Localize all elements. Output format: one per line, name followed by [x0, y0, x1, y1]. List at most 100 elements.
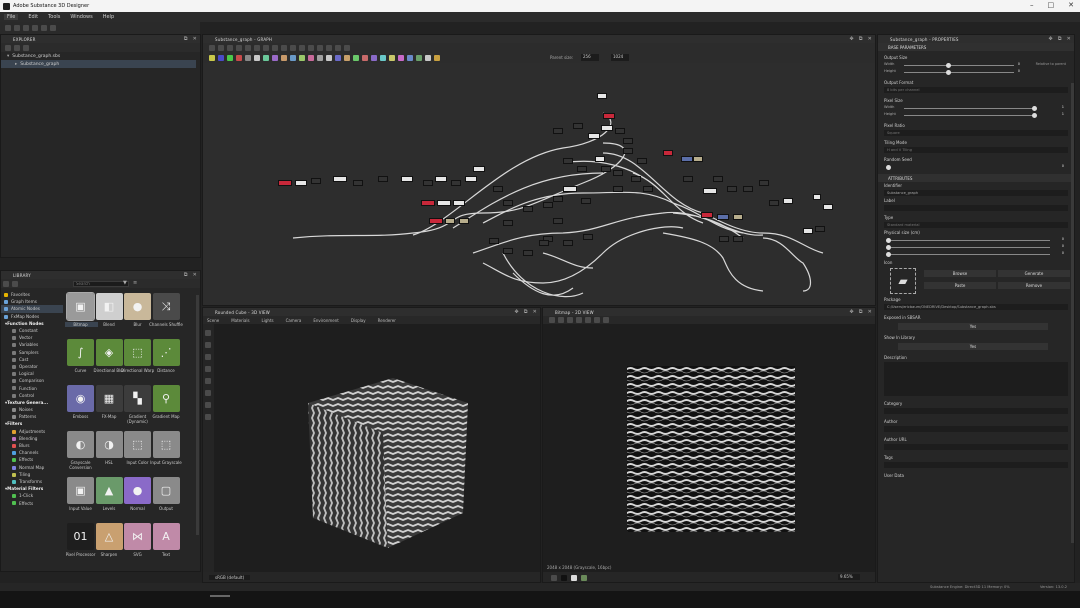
type-dropdown[interactable]: Standard material — [884, 222, 1068, 228]
graph-node[interactable] — [597, 93, 607, 99]
graph-tool-icon[interactable] — [262, 45, 269, 51]
graph-node[interactable] — [813, 194, 821, 200]
maximize-icon[interactable]: ✥ — [849, 309, 853, 315]
graph-node[interactable] — [401, 176, 413, 182]
node-type-icon[interactable] — [253, 55, 260, 61]
graph-node[interactable] — [333, 176, 347, 182]
menu-edit[interactable]: Edit — [28, 14, 38, 20]
library-tile-blur[interactable]: ● — [124, 293, 151, 320]
graph-node[interactable] — [637, 158, 647, 164]
graph-node[interactable] — [311, 178, 321, 184]
paste-button[interactable]: Paste — [924, 282, 996, 289]
parent-size-dropdown[interactable]: 256 — [581, 54, 599, 61]
library-category[interactable]: Atomic Nodes — [1, 305, 63, 313]
float-icon[interactable]: ⧉ — [1058, 36, 1062, 42]
pixel-width-slider[interactable]: Width 1 — [884, 105, 1068, 111]
graph-node[interactable] — [573, 123, 583, 129]
node-type-icon[interactable] — [352, 55, 359, 61]
graph-node[interactable] — [681, 156, 693, 162]
import-icon[interactable] — [22, 44, 29, 51]
library-tile-input-grayscale[interactable]: ⬚ — [152, 431, 180, 458]
graph-node[interactable] — [783, 198, 793, 204]
graph-node[interactable] — [553, 218, 563, 224]
graph-tool-icon[interactable] — [244, 45, 251, 51]
maximize-icon[interactable]: ✥ — [514, 309, 518, 315]
graph-node[interactable] — [623, 148, 633, 154]
graph-node[interactable] — [523, 206, 533, 212]
graph-node[interactable] — [489, 238, 499, 244]
graph-node[interactable] — [453, 200, 465, 206]
tab-materials[interactable]: Materials — [231, 318, 249, 323]
library-tile-normal[interactable]: ● — [124, 477, 151, 504]
redo-icon[interactable] — [49, 25, 56, 31]
node-type-icon[interactable] — [415, 55, 422, 61]
physical-z-slider[interactable]: 0 — [884, 251, 1068, 257]
2d-tool-icon[interactable] — [566, 317, 573, 323]
output-height-slider[interactable]: Height 0 — [884, 69, 1068, 75]
library-subcategory[interactable]: Function — [1, 384, 63, 391]
graph-node[interactable] — [543, 202, 553, 208]
graph-node[interactable] — [623, 138, 633, 144]
properties-scrollbar[interactable] — [1071, 83, 1074, 543]
library-category-header[interactable]: ▾ Filters — [1, 420, 63, 427]
description-textarea[interactable] — [884, 362, 1068, 396]
tab-camera[interactable]: Camera — [286, 318, 302, 323]
library-subcategory[interactable]: Noises — [1, 406, 63, 413]
library-subcategory[interactable]: Variables — [1, 341, 63, 348]
library-tile-bitmap[interactable]: ▣ — [66, 292, 95, 321]
pixel-ratio-dropdown[interactable]: Square — [884, 130, 1068, 136]
node-type-icon[interactable] — [361, 55, 368, 61]
node-type-icon[interactable] — [307, 55, 314, 61]
tab-environment[interactable]: Environment — [313, 318, 339, 323]
node-type-icon[interactable] — [316, 55, 323, 61]
library-subcategory[interactable]: Adjustments — [1, 428, 63, 435]
graph-node[interactable] — [733, 236, 743, 242]
close-icon[interactable]: ✕ — [1068, 1, 1074, 9]
graph-node[interactable] — [643, 186, 653, 192]
graph-node[interactable] — [278, 180, 292, 186]
graph-node[interactable] — [615, 128, 625, 134]
menu-file[interactable]: File — [4, 14, 19, 20]
node-type-icon[interactable] — [424, 55, 431, 61]
graph-node[interactable] — [539, 240, 549, 246]
library-tile-directional-warp[interactable]: ⬚ — [124, 339, 151, 366]
publish-icon[interactable] — [31, 25, 38, 31]
library-subcategory[interactable]: Transforms — [1, 478, 63, 485]
close-icon[interactable]: ✕ — [533, 309, 537, 315]
graph-tool-icon[interactable] — [235, 45, 242, 51]
3d-tool-icon[interactable] — [205, 414, 211, 420]
library-tile-distance[interactable]: ⋰ — [152, 339, 180, 366]
graph-node[interactable] — [683, 176, 693, 182]
3d-tool-icon[interactable] — [205, 366, 211, 372]
graph-node[interactable] — [553, 196, 563, 202]
library-tile-grayscale-conversion[interactable]: ◐ — [67, 431, 94, 458]
library-tile-input-color[interactable]: ⬚ — [124, 431, 151, 458]
graph-node[interactable] — [437, 200, 451, 206]
tree-file[interactable]: ▾ Substance_graph.sbs — [1, 52, 200, 60]
library-subcategory[interactable]: Control — [1, 392, 63, 399]
library-subcategory[interactable]: Samplers — [1, 349, 63, 356]
author-url-input[interactable] — [884, 444, 1068, 450]
section-base-parameters[interactable]: BASE PARAMETERS — [878, 43, 1074, 51]
library-subcategory[interactable]: Cast — [1, 356, 63, 363]
graph-tool-icon[interactable] — [316, 45, 323, 51]
node-type-icon[interactable] — [433, 55, 440, 61]
library-config-icon[interactable] — [11, 280, 18, 287]
3d-tool-icon[interactable] — [205, 354, 211, 360]
close-icon[interactable]: ✕ — [1067, 36, 1071, 42]
graph-node[interactable] — [701, 212, 713, 218]
graph-node[interactable] — [613, 186, 623, 192]
library-tile-svg[interactable]: ⋈ — [124, 523, 151, 550]
float-icon[interactable]: ⧉ — [859, 309, 863, 315]
section-attributes[interactable]: ATTRIBUTES — [878, 174, 1074, 182]
library-subcategory[interactable]: 1-Click — [1, 492, 63, 499]
graph-node[interactable] — [727, 186, 737, 192]
graph-node[interactable] — [693, 156, 703, 162]
graph-node[interactable] — [429, 218, 443, 224]
graph-node[interactable] — [719, 236, 729, 242]
menu-tools[interactable]: Tools — [48, 14, 60, 20]
maximize-icon[interactable]: ✥ — [849, 36, 853, 42]
folder-icon[interactable] — [4, 44, 11, 51]
float-icon[interactable]: ⧉ — [859, 36, 863, 42]
2d-tool-icon[interactable] — [584, 317, 591, 323]
